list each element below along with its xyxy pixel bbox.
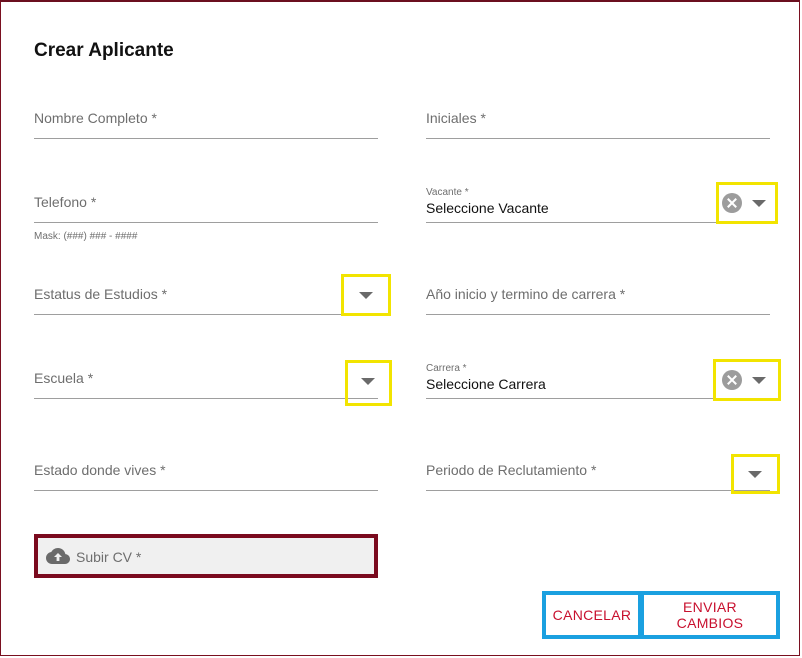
clear-icon[interactable] [722, 193, 742, 213]
submit-changes-button[interactable]: ENVIAR CAMBIOS [640, 591, 780, 639]
chevron-down-icon[interactable] [752, 200, 766, 207]
phone-underline [34, 222, 378, 223]
study-status-select[interactable]: Estatus de Estudios * [34, 282, 378, 315]
career-controls-highlight [713, 359, 781, 401]
chevron-down-icon[interactable] [752, 377, 766, 384]
study-status-underline [34, 314, 378, 315]
full-name-underline [34, 138, 378, 139]
recruitment-period-label: Periodo de Reclutamiento * [426, 462, 597, 478]
initials-label: Iniciales * [426, 110, 486, 126]
school-label: Escuela * [34, 370, 94, 386]
state-underline [34, 490, 378, 491]
create-applicant-dialog: Crear Aplicante Nombre Completo * Inicia… [0, 0, 800, 656]
phone-label: Telefono * [34, 194, 97, 210]
vacancy-value: Seleccione Vacante [426, 200, 549, 216]
school-underline [34, 398, 378, 399]
cancel-button[interactable]: CANCELAR [542, 591, 642, 639]
state-label: Estado donde vives * [34, 462, 166, 478]
phone-field[interactable]: Telefono * [34, 190, 378, 223]
full-name-field[interactable]: Nombre Completo * [34, 106, 378, 139]
initials-underline [426, 138, 770, 139]
chevron-down-icon[interactable] [748, 471, 762, 478]
study-status-dropdown-highlight [341, 274, 391, 316]
initials-field[interactable]: Iniciales * [426, 106, 770, 139]
career-label: Carrera * [426, 363, 467, 374]
dialog-title: Crear Aplicante [34, 40, 174, 61]
school-select[interactable]: Escuela * [34, 366, 378, 399]
career-years-field[interactable]: Año inicio y termino de carrera * [426, 282, 770, 315]
recruitment-period-select[interactable]: Periodo de Reclutamiento * [426, 458, 770, 491]
career-value: Seleccione Carrera [426, 376, 546, 392]
dialog-actions: CANCELAR ENVIAR CAMBIOS [542, 591, 780, 639]
recruitment-period-dropdown-highlight [731, 454, 780, 494]
clear-icon[interactable] [722, 370, 742, 390]
chevron-down-icon[interactable] [359, 292, 373, 299]
upload-cv-button[interactable]: Subir CV * [34, 534, 378, 578]
phone-mask-hint: Mask: (###) ### - #### [34, 231, 138, 242]
chevron-down-icon[interactable] [361, 378, 375, 385]
school-dropdown-highlight [345, 360, 392, 406]
recruitment-period-underline [426, 490, 770, 491]
cloud-upload-icon [46, 548, 70, 564]
upload-cv-label: Subir CV * [76, 549, 142, 565]
career-years-underline [426, 314, 770, 315]
state-field[interactable]: Estado donde vives * [34, 458, 378, 491]
full-name-label: Nombre Completo * [34, 110, 157, 126]
study-status-label: Estatus de Estudios * [34, 286, 168, 302]
vacancy-controls-highlight [716, 182, 778, 224]
vacancy-label: Vacante * [426, 187, 469, 198]
career-years-label: Año inicio y termino de carrera * [426, 286, 626, 302]
